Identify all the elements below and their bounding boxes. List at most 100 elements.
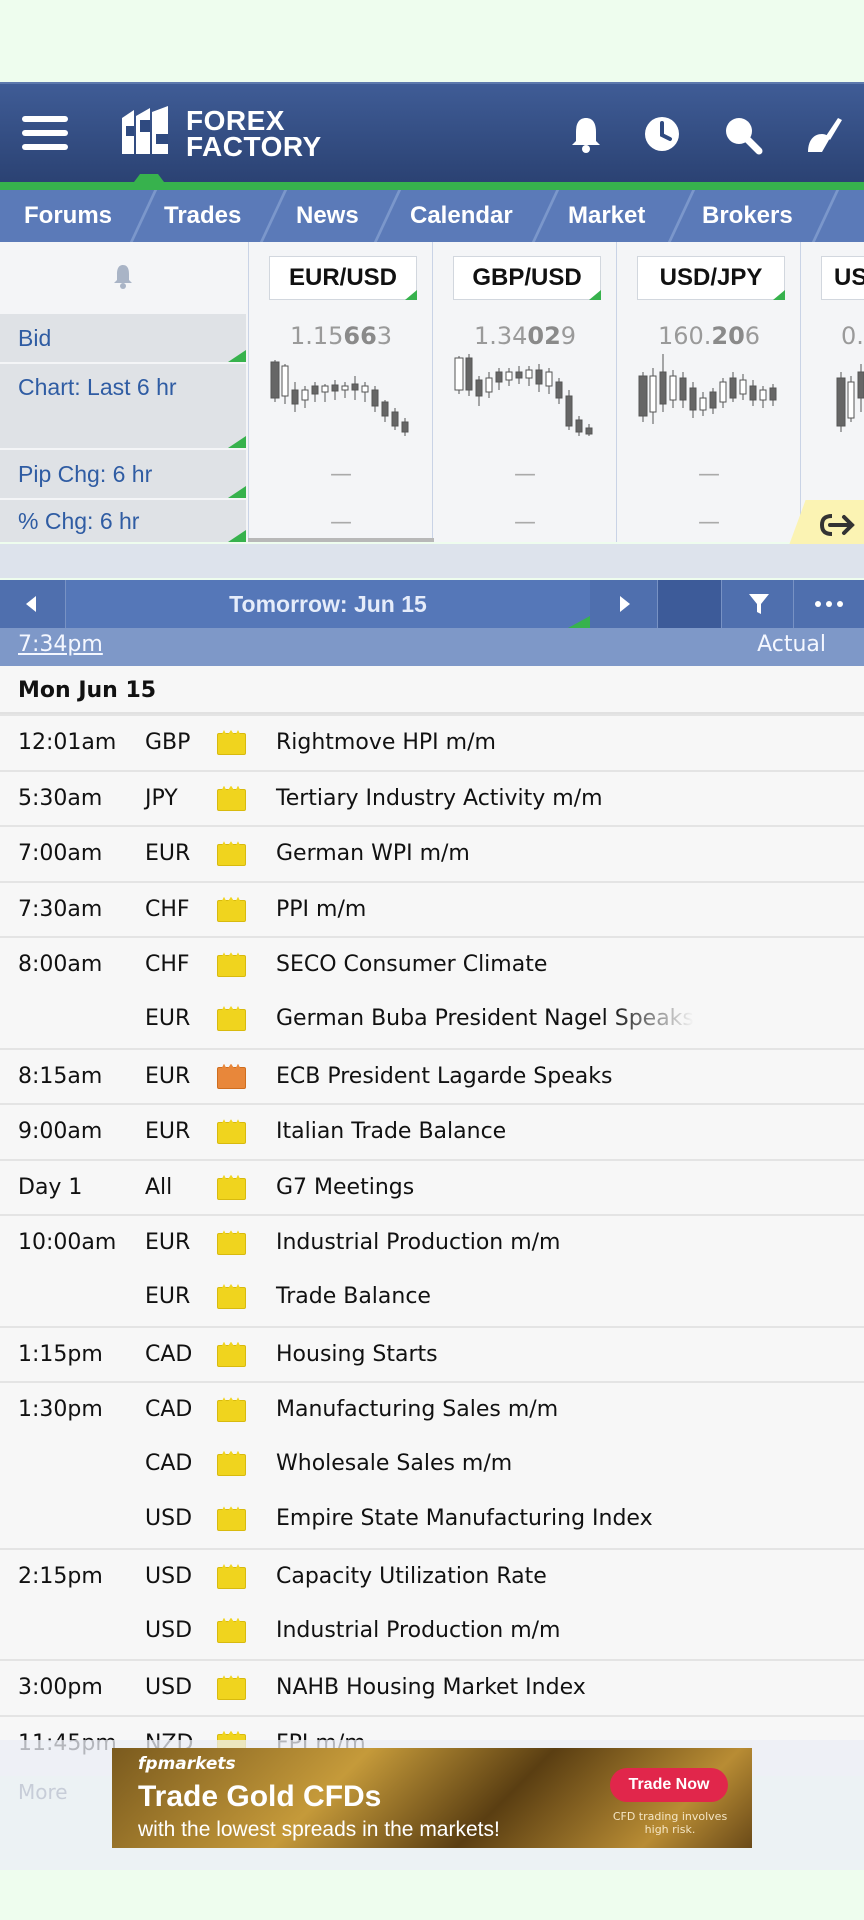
- table-row[interactable]: 1:30pm CAD Manufacturing Sales m/m: [0, 1381, 864, 1437]
- menu-icon[interactable]: [22, 116, 68, 150]
- event-title[interactable]: Manufacturing Sales m/m: [276, 1397, 558, 1422]
- share-arrow-icon[interactable]: [818, 510, 860, 540]
- event-title[interactable]: Italian Trade Balance: [276, 1119, 506, 1144]
- event-title[interactable]: G7 Meetings: [276, 1175, 414, 1200]
- event-title[interactable]: SECO Consumer Climate: [276, 952, 547, 977]
- table-row[interactable]: 8:00am CHF SECO Consumer Climate: [0, 936, 864, 992]
- impact-folder-icon[interactable]: [217, 1567, 246, 1589]
- pair-pip-change: —: [698, 462, 720, 487]
- impact-folder-icon[interactable]: [217, 788, 246, 811]
- sparkline-chart[interactable]: [635, 352, 783, 442]
- sparkline-chart[interactable]: [451, 352, 599, 442]
- label-pip-change[interactable]: Pip Chg: 6 hr: [0, 450, 246, 498]
- table-row[interactable]: 3:00pm USD NAHB Housing Market Index: [0, 1659, 864, 1715]
- table-row[interactable]: EUR Trade Balance: [0, 1270, 864, 1326]
- ad-subheadline: with the lowest spreads in the markets!: [138, 1818, 500, 1841]
- nav-calendar[interactable]: Calendar: [410, 190, 513, 242]
- event-title[interactable]: Capacity Utilization Rate: [276, 1564, 547, 1589]
- logo-icon[interactable]: [116, 104, 180, 160]
- event-title[interactable]: NAHB Housing Market Index: [276, 1675, 586, 1700]
- impact-folder-icon[interactable]: [217, 1287, 246, 1309]
- market-scrollbar[interactable]: [248, 538, 434, 542]
- table-row[interactable]: 9:00am EUR Italian Trade Balance: [0, 1103, 864, 1159]
- more-link[interactable]: More: [18, 1780, 68, 1804]
- impact-folder-icon[interactable]: [217, 955, 246, 978]
- pair-name[interactable]: USD/JPY: [637, 256, 785, 300]
- ad-banner[interactable]: fpmarkets Trade Gold CFDs with the lowes…: [112, 1748, 752, 1848]
- pair-column-eurusd[interactable]: EUR/USD 1.15663 — —: [248, 242, 432, 542]
- pair-name[interactable]: US: [821, 256, 864, 300]
- label-chart[interactable]: Chart: Last 6 hr: [0, 364, 246, 448]
- nav-news[interactable]: News: [296, 190, 359, 242]
- impact-folder-icon[interactable]: [217, 1177, 246, 1200]
- impact-folder-icon[interactable]: [217, 1400, 246, 1423]
- impact-folder-icon[interactable]: [217, 1066, 246, 1089]
- event-title[interactable]: Housing Starts: [276, 1342, 438, 1367]
- impact-folder-icon[interactable]: [217, 1344, 246, 1367]
- table-row[interactable]: Day 1 All G7 Meetings: [0, 1158, 864, 1215]
- impact-folder-icon[interactable]: [217, 899, 246, 922]
- event-title[interactable]: Tertiary Industry Activity m/m: [276, 786, 603, 811]
- label-bid[interactable]: Bid: [0, 314, 246, 362]
- search-icon[interactable]: [720, 112, 764, 156]
- table-row[interactable]: 12:01am GBP Rightmove HPI m/m: [0, 714, 864, 770]
- table-row[interactable]: CAD Wholesale Sales m/m: [0, 1437, 864, 1493]
- impact-folder-icon[interactable]: [217, 1233, 246, 1256]
- event-title[interactable]: German Buba President Nagel Speaks: [276, 1006, 694, 1031]
- impact-folder-icon[interactable]: [217, 1453, 246, 1476]
- event-title[interactable]: Trade Balance: [276, 1284, 431, 1309]
- event-title[interactable]: Rightmove HPI m/m: [276, 730, 496, 755]
- event-currency: USD: [145, 1564, 193, 1589]
- event-title[interactable]: German WPI m/m: [276, 841, 470, 866]
- filter-button[interactable]: [722, 580, 794, 628]
- table-row[interactable]: EUR German Buba President Nagel Speaks: [0, 992, 864, 1048]
- clock-icon[interactable]: [640, 112, 684, 156]
- pair-column-gbpusd[interactable]: GBP/USD 1.34029 — —: [432, 242, 616, 542]
- event-title[interactable]: Industrial Production m/m: [276, 1618, 561, 1643]
- nav-trades[interactable]: Trades: [164, 190, 241, 242]
- nav-forums[interactable]: Forums: [24, 190, 112, 242]
- event-time: 9:00am: [18, 1119, 103, 1145]
- impact-folder-icon[interactable]: [217, 733, 246, 755]
- table-row[interactable]: 1:15pm CAD Housing Starts: [0, 1325, 864, 1382]
- impact-folder-icon[interactable]: [217, 1509, 246, 1532]
- pair-column-usdjpy[interactable]: USD/JPY 160.206 — —: [616, 242, 800, 542]
- table-row[interactable]: 10:00am EUR Industrial Production m/m: [0, 1214, 864, 1270]
- impact-folder-icon[interactable]: [217, 1009, 246, 1031]
- current-time-link[interactable]: 7:34pm: [18, 632, 103, 657]
- table-row[interactable]: 7:30am CHF PPI m/m: [0, 880, 864, 937]
- impact-folder-icon[interactable]: [217, 1122, 246, 1145]
- impact-folder-icon[interactable]: [217, 1620, 246, 1643]
- prev-day-button[interactable]: [0, 580, 66, 628]
- day-title[interactable]: Tomorrow: Jun 15: [66, 580, 590, 628]
- event-title[interactable]: PPI m/m: [276, 897, 366, 922]
- event-title[interactable]: Wholesale Sales m/m: [276, 1451, 512, 1476]
- pair-name[interactable]: GBP/USD: [453, 256, 601, 300]
- pair-name[interactable]: EUR/USD: [269, 256, 417, 300]
- label-pct-change[interactable]: % Chg: 6 hr: [0, 500, 246, 542]
- event-title[interactable]: Empire State Manufacturing Index: [276, 1506, 653, 1531]
- event-title[interactable]: Industrial Production m/m: [276, 1230, 561, 1255]
- nav-market[interactable]: Market: [568, 190, 645, 242]
- table-row[interactable]: 7:00am EUR German WPI m/m: [0, 825, 864, 881]
- event-title[interactable]: ECB President Lagarde Speaks: [276, 1064, 612, 1089]
- table-row[interactable]: 2:15pm USD Capacity Utilization Rate: [0, 1548, 864, 1604]
- pair-column-partial[interactable]: US 0.: [800, 242, 864, 542]
- table-row[interactable]: USD Industrial Production m/m: [0, 1604, 864, 1660]
- sparkline-chart[interactable]: [267, 352, 415, 442]
- day-picker-button[interactable]: [658, 580, 722, 628]
- trade-now-button[interactable]: Trade Now: [610, 1768, 728, 1802]
- more-options-button[interactable]: [794, 580, 864, 628]
- nav-brokers[interactable]: Brokers: [702, 190, 793, 242]
- logo-text[interactable]: FOREX FACTORY: [186, 107, 322, 161]
- user-icon[interactable]: [800, 112, 844, 156]
- table-row[interactable]: 8:15am EUR ECB President Lagarde Speaks: [0, 1047, 864, 1104]
- table-row[interactable]: 5:30am JPY Tertiary Industry Activity m/m: [0, 769, 864, 826]
- bell-icon[interactable]: [564, 112, 608, 156]
- impact-folder-icon[interactable]: [217, 844, 246, 867]
- table-row[interactable]: USD Empire State Manufacturing Index: [0, 1492, 864, 1548]
- next-day-button[interactable]: [590, 580, 658, 628]
- impact-folder-icon[interactable]: [217, 1678, 246, 1701]
- alert-bell-icon[interactable]: [110, 262, 136, 290]
- sparkline-chart[interactable]: [819, 352, 864, 442]
